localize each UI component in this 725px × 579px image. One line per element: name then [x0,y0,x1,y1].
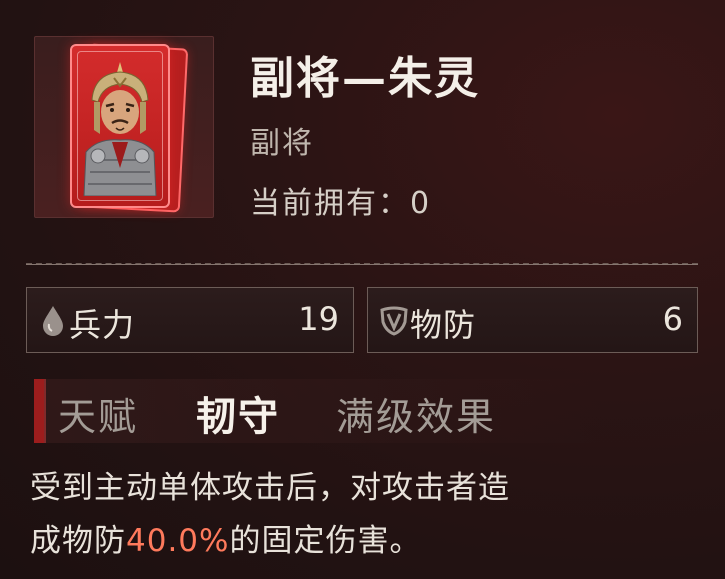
description-line-1: 受到主动单体攻击后，对攻击者造 [30,470,510,506]
item-detail-panel: 副将—朱灵 副将 当前拥有：0 兵力 19 物防 6 天赋 韧守 满级效果 受到… [0,0,725,579]
card-title: 副将—朱灵 [250,53,480,104]
divider [26,263,698,265]
stat-label-defense: 物防 [410,306,477,344]
stat-value-troops: 19 [298,300,339,338]
owned-label: 当前拥有： [250,186,410,221]
general-card[interactable] [70,44,170,208]
talent-description: 受到主动单体攻击后，对攻击者造 成物防40.0%的固定伤害。 [30,462,702,568]
shield-icon [380,306,408,336]
stat-troops: 兵力 19 [26,287,354,353]
description-prefix: 成物防 [30,523,126,559]
talent-name: 韧守 [196,393,280,440]
card-type: 副将 [250,126,314,161]
blood-drop-icon [43,306,63,336]
description-line-2: 成物防40.0%的固定伤害。 [30,515,702,568]
max-level-effect-label[interactable]: 满级效果 [336,386,496,441]
owned-count-row: 当前拥有：0 [250,178,431,222]
stat-label-troops: 兵力 [69,306,136,344]
owned-count: 0 [410,186,432,221]
stat-physical-defense: 物防 6 [367,287,698,353]
description-suffix: 的固定伤害。 [229,523,422,559]
stat-value-defense: 6 [662,300,683,338]
description-highlight-value: 40.0% [126,523,230,559]
general-portrait [83,62,157,196]
talent-label: 天赋 [58,395,139,439]
